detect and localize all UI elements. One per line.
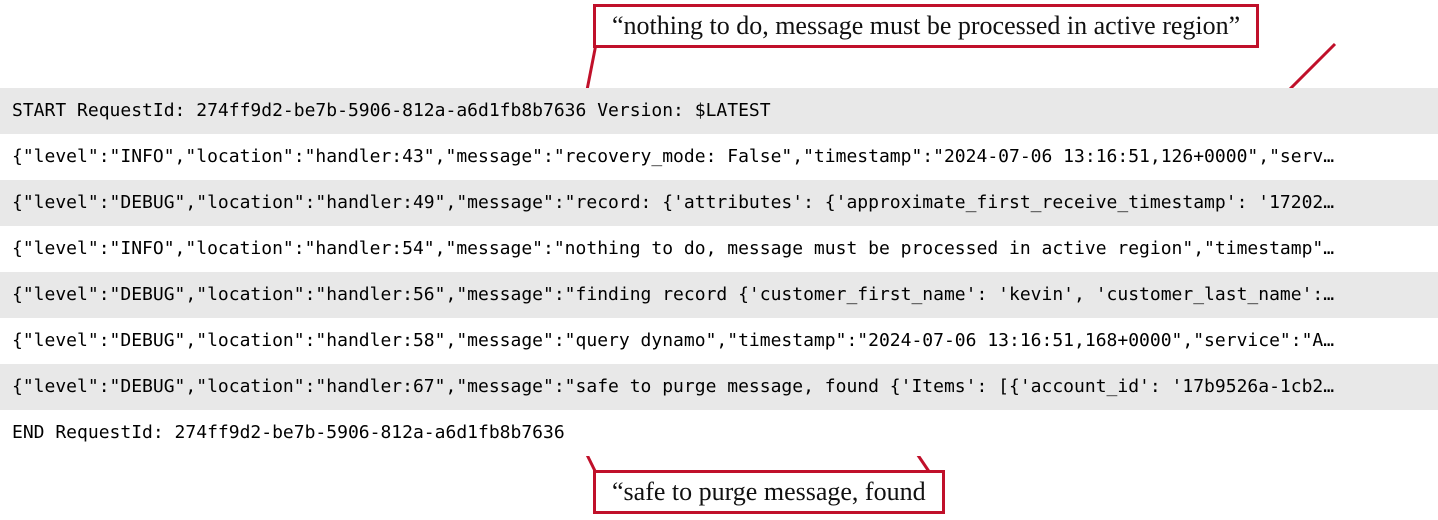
log-row: END RequestId: 274ff9d2-be7b-5906-812a-a… (0, 410, 1438, 456)
log-row: {"level":"INFO","location":"handler:43",… (0, 134, 1438, 180)
figure-wrapper: { "callouts": { "top": "\u201cnothing to… (0, 0, 1438, 520)
log-row: {"level":"DEBUG","location":"handler:67"… (0, 364, 1438, 410)
log-row: {"level":"DEBUG","location":"handler:56"… (0, 272, 1438, 318)
callout-top: “nothing to do, message must be processe… (593, 4, 1259, 48)
log-row: {"level":"DEBUG","location":"handler:58"… (0, 318, 1438, 364)
log-row: START RequestId: 274ff9d2-be7b-5906-812a… (0, 88, 1438, 134)
log-table: START RequestId: 274ff9d2-be7b-5906-812a… (0, 88, 1438, 456)
log-row: {"level":"INFO","location":"handler:54",… (0, 226, 1438, 272)
log-row: {"level":"DEBUG","location":"handler:49"… (0, 180, 1438, 226)
callout-bottom: “safe to purge message, found (593, 470, 945, 514)
